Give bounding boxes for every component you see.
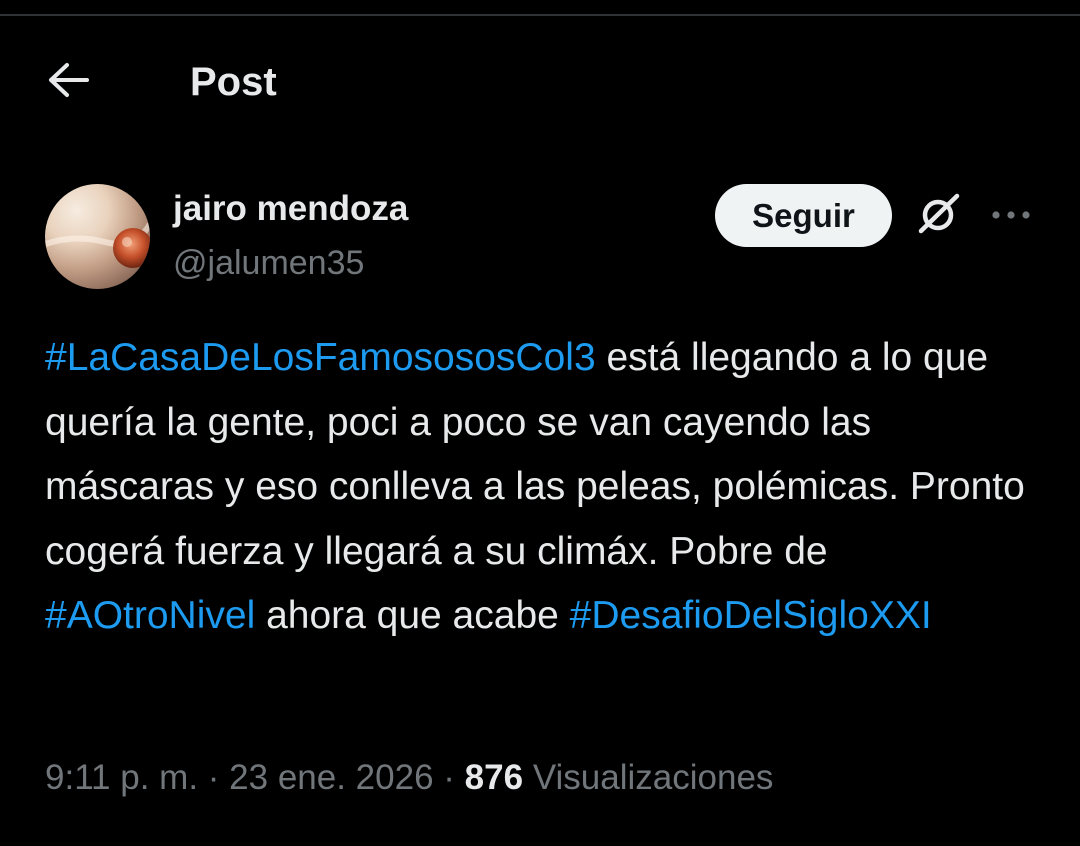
- hashtag-link[interactable]: #DesafioDelSigloXXI: [570, 594, 932, 637]
- back-button[interactable]: [40, 60, 98, 104]
- post-meta: 9:11 p. m. · 23 ene. 2026 · 876 Visualiz…: [45, 752, 773, 804]
- post-text: #LaCasaDeLosFamosososCol3 está llegando …: [45, 326, 1045, 649]
- post-time[interactable]: 9:11 p. m.: [45, 758, 198, 797]
- more-button[interactable]: [986, 196, 1036, 236]
- arrow-left-icon: [47, 62, 91, 103]
- views-count: 876: [464, 758, 524, 797]
- top-divider: [0, 14, 1080, 16]
- views-label: Visualizaciones: [532, 758, 774, 797]
- author-handle[interactable]: @jalumen35: [173, 240, 364, 286]
- follow-button[interactable]: Seguir: [715, 184, 892, 247]
- post-date[interactable]: 23 ene. 2026: [229, 758, 433, 797]
- grok-button[interactable]: [910, 190, 966, 242]
- page-title: Post: [190, 60, 277, 104]
- meta-separator: ·: [207, 758, 220, 797]
- avatar[interactable]: [45, 184, 150, 289]
- header-bar: Post: [0, 40, 1080, 124]
- hashtag-link[interactable]: #LaCasaDeLosFamosososCol3: [45, 336, 596, 379]
- post-text-segment: ahora que acabe: [255, 594, 570, 637]
- more-horizontal-icon: [991, 207, 1031, 225]
- author-display-name[interactable]: jairo mendoza: [173, 186, 408, 232]
- meta-separator: ·: [443, 758, 455, 797]
- grok-icon: [913, 189, 963, 244]
- hashtag-link[interactable]: #AOtroNivel: [45, 594, 255, 637]
